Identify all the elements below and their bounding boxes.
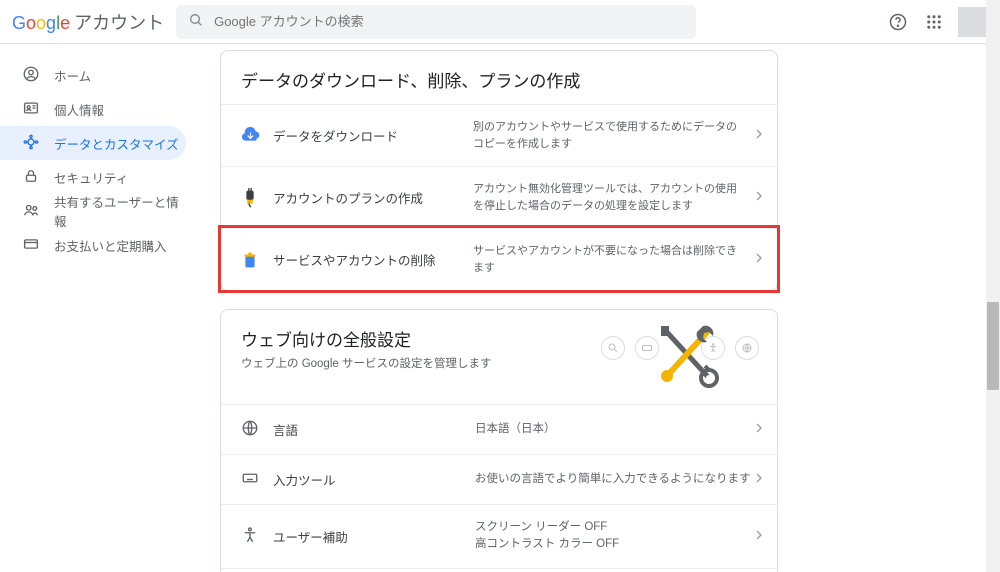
sidebar-item-label: セキュリティ bbox=[54, 168, 128, 187]
chevron-right-icon bbox=[751, 126, 767, 145]
app-header: Google アカウント bbox=[0, 0, 1000, 44]
row-desc: アカウント無効化管理ツールでは、アカウントの使用を停止した場合のデータの処理を設… bbox=[473, 181, 751, 214]
apps-grid-icon[interactable] bbox=[922, 10, 946, 34]
keyboard-icon bbox=[241, 469, 263, 490]
people-icon bbox=[22, 201, 40, 222]
web-settings-card: ウェブ向けの全般設定 ウェブ上の Google サービスの設定を管理します bbox=[220, 309, 778, 572]
row-account-plan[interactable]: アカウントのプランの作成 アカウント無効化管理ツールでは、アカウントの使用を停止… bbox=[221, 166, 777, 228]
sidebar: ホーム 個人情報 データとカスタマイズ セキュリティ 共有するユーザーと情報 お… bbox=[0, 44, 204, 572]
sidebar-item-sharing[interactable]: 共有するユーザーと情報 bbox=[0, 194, 186, 228]
row-desc: サービスやアカウントが不要になった場合は削除できます bbox=[473, 243, 751, 276]
card-icon bbox=[22, 235, 40, 256]
data-actions-card: データのダウンロード、削除、プランの作成 データをダウンロード 別のアカウントや… bbox=[220, 50, 778, 291]
sidebar-item-label: データとカスタマイズ bbox=[54, 134, 179, 153]
card-title: データのダウンロード、削除、プランの作成 bbox=[241, 67, 757, 92]
scrollbar-thumb[interactable] bbox=[987, 302, 999, 390]
row-label: 入力ツール bbox=[263, 470, 475, 489]
highlighted-row-wrapper: サービスやアカウントの削除 サービスやアカウントが不要になった場合は削除できます bbox=[218, 225, 780, 293]
chevron-right-icon bbox=[751, 420, 767, 439]
data-icon bbox=[22, 133, 40, 154]
globe-icon bbox=[241, 419, 263, 440]
chevron-right-icon bbox=[751, 470, 767, 489]
row-value: お使いの言語でより簡単に入力できるようになります bbox=[475, 471, 751, 488]
row-input-tools[interactable]: 入力ツール お使いの言語でより簡単に入力できるようになります bbox=[221, 454, 777, 504]
mini-globe-icon bbox=[735, 336, 759, 360]
row-value-line2: 高コントラスト カラー OFF bbox=[475, 536, 751, 553]
sidebar-item-security[interactable]: セキュリティ bbox=[0, 160, 186, 194]
sidebar-item-home[interactable]: ホーム bbox=[0, 58, 186, 92]
row-delete-service[interactable]: サービスやアカウントの削除 サービスやアカウントが不要になった場合は削除できます bbox=[221, 228, 777, 290]
sidebar-item-personal[interactable]: 個人情報 bbox=[0, 92, 186, 126]
product-name: アカウント bbox=[74, 9, 164, 35]
logo[interactable]: Google アカウント bbox=[12, 9, 164, 35]
scrollbar-track[interactable] bbox=[986, 0, 1000, 572]
google-logo: Google bbox=[12, 13, 70, 34]
chevron-right-icon bbox=[751, 527, 767, 546]
chevron-right-icon bbox=[751, 188, 767, 207]
row-label: ユーザー補助 bbox=[263, 527, 475, 546]
row-desc: 別のアカウントやサービスで使用するためにデータのコピーを作成します bbox=[473, 119, 751, 152]
plug-icon bbox=[237, 187, 263, 209]
row-value: スクリーン リーダー OFF 高コントラスト カラー OFF bbox=[475, 519, 751, 554]
row-label: データをダウンロード bbox=[263, 126, 473, 145]
row-label: サービスやアカウントの削除 bbox=[263, 250, 473, 269]
lock-icon bbox=[22, 167, 40, 188]
sidebar-item-payments[interactable]: お支払いと定期購入 bbox=[0, 228, 186, 262]
sidebar-item-label: 共有するユーザーと情報 bbox=[54, 192, 186, 230]
cloud-download-icon bbox=[237, 125, 263, 147]
avatar[interactable] bbox=[958, 7, 988, 37]
accessibility-icon bbox=[241, 526, 263, 547]
chevron-right-icon bbox=[751, 250, 767, 269]
id-card-icon bbox=[22, 99, 40, 120]
user-circle-icon bbox=[22, 65, 40, 86]
row-language[interactable]: 言語 日本語（日本） bbox=[221, 404, 777, 454]
mini-search-icon bbox=[601, 336, 625, 360]
search-icon bbox=[188, 12, 204, 31]
row-download-data[interactable]: データをダウンロード 別のアカウントやサービスで使用するためにデータのコピーを作… bbox=[221, 104, 777, 166]
row-value: 日本語（日本） bbox=[475, 421, 751, 438]
trash-icon bbox=[237, 249, 263, 271]
row-accessibility[interactable]: ユーザー補助 スクリーン リーダー OFF 高コントラスト カラー OFF bbox=[221, 504, 777, 568]
search-input[interactable] bbox=[214, 14, 684, 29]
sidebar-item-label: お支払いと定期購入 bbox=[54, 236, 167, 255]
help-icon[interactable] bbox=[886, 10, 910, 34]
main-content: データのダウンロード、削除、プランの作成 データをダウンロード 別のアカウントや… bbox=[204, 44, 1000, 572]
row-label: アカウントのプランの作成 bbox=[263, 188, 473, 207]
search-bar[interactable] bbox=[176, 5, 696, 39]
row-value-line1: スクリーン リーダー OFF bbox=[475, 519, 751, 536]
sidebar-item-label: ホーム bbox=[54, 66, 91, 85]
sidebar-item-label: 個人情報 bbox=[54, 100, 104, 119]
row-label: 言語 bbox=[263, 420, 475, 439]
sidebar-item-data[interactable]: データとカスタマイズ bbox=[0, 126, 186, 160]
row-search-settings[interactable]: 検索の設定 プライベート検索結果やセーフサーチなどの設定 bbox=[221, 568, 777, 572]
tools-illustration bbox=[647, 316, 727, 399]
